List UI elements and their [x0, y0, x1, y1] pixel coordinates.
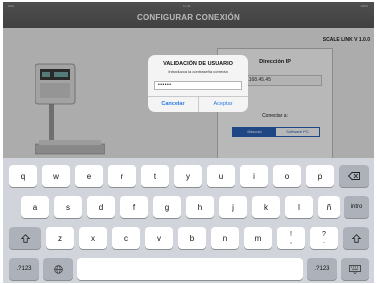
password-field[interactable]: ••••••	[154, 81, 242, 90]
key-b[interactable]: b	[178, 227, 206, 249]
key-m[interactable]: m	[244, 227, 272, 249]
key-u[interactable]: u	[207, 165, 235, 187]
key-t[interactable]: t	[141, 165, 169, 187]
key-p[interactable]: p	[306, 165, 334, 187]
key-i[interactable]: i	[240, 165, 268, 187]
alert-message: Introduzca la contraseña correcta	[168, 69, 228, 74]
space-bar[interactable]	[77, 258, 303, 280]
globe-key[interactable]	[43, 258, 73, 280]
key-exclam-comma[interactable]: ! ,	[277, 227, 305, 249]
alert-title: VALIDACIÓN DE USUARIO	[163, 61, 233, 67]
key-s[interactable]: s	[54, 196, 82, 218]
key-question-period[interactable]: ? .	[310, 227, 338, 249]
key-q[interactable]: q	[9, 165, 37, 187]
key-f[interactable]: f	[120, 196, 148, 218]
key-symbol-bottom: ,	[290, 238, 292, 245]
key-v[interactable]: v	[145, 227, 173, 249]
key-h[interactable]: h	[186, 196, 214, 218]
shift-key-left[interactable]	[9, 227, 41, 249]
dismiss-keyboard-key[interactable]	[341, 258, 369, 280]
globe-icon	[53, 264, 63, 274]
key-e[interactable]: e	[75, 165, 103, 187]
keyboard-dismiss-icon	[349, 264, 361, 274]
key-y[interactable]: y	[174, 165, 202, 187]
key-g[interactable]: g	[153, 196, 181, 218]
key-c[interactable]: c	[112, 227, 140, 249]
key-w[interactable]: w	[42, 165, 70, 187]
key-symbol-top: ?	[322, 231, 326, 238]
shift-icon	[20, 233, 30, 243]
key-j[interactable]: j	[219, 196, 247, 218]
return-key[interactable]: intro	[344, 196, 369, 218]
key-n[interactable]: n	[211, 227, 239, 249]
key-d[interactable]: d	[87, 196, 115, 218]
delete-key[interactable]	[339, 165, 369, 187]
key-x[interactable]: x	[79, 227, 107, 249]
key-z[interactable]: z	[46, 227, 74, 249]
key-r[interactable]: r	[108, 165, 136, 187]
key-k[interactable]: k	[252, 196, 280, 218]
key-o[interactable]: o	[273, 165, 301, 187]
screen: iPad 11:49 100% CONFIGURAR CONEXIÓN SCAL…	[3, 2, 374, 283]
numbers-key-right[interactable]: .?123	[307, 258, 337, 280]
key-symbol-top: !	[290, 231, 292, 238]
key-l[interactable]: l	[285, 196, 313, 218]
numbers-key-left[interactable]: .?123	[9, 258, 39, 280]
shift-key-right[interactable]	[343, 227, 369, 249]
backspace-icon	[348, 172, 360, 180]
on-screen-keyboard: q w e r t y u i o p a s d f g h j k l ñ …	[3, 158, 374, 283]
shift-icon	[351, 233, 361, 243]
key-symbol-bottom: .	[323, 238, 325, 245]
key-a[interactable]: a	[21, 196, 49, 218]
key-n-tilde[interactable]: ñ	[318, 196, 340, 218]
cancel-button[interactable]: Cancelar	[148, 96, 198, 112]
accept-button[interactable]: Aceptar	[198, 96, 248, 112]
user-validation-alert: VALIDACIÓN DE USUARIO Introduzca la cont…	[148, 55, 248, 112]
